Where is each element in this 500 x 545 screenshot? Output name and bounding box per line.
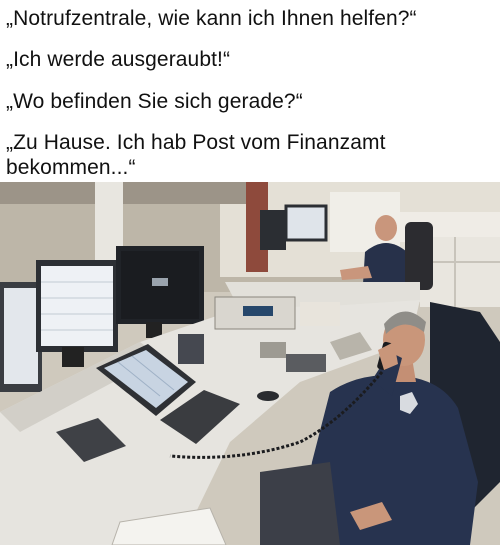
dispatch-center-photo xyxy=(0,182,500,545)
caption-line-caller: „Ich werde ausgeraubt!“ xyxy=(6,48,231,71)
meme-caption: „Notrufzentrale, wie kann ich Ihnen helf… xyxy=(0,0,500,182)
caption-line-caller-answer: „Zu Hause. Ich hab Post vom Finanzamt xyxy=(6,131,386,154)
caption-line-dispatcher-question: „Wo befinden Sie sich gerade?“ xyxy=(6,90,303,113)
caption-line-dispatcher: „Notrufzentrale, wie kann ich Ihnen helf… xyxy=(6,7,417,30)
caption-line-caller-answer-cont: bekommen...“ xyxy=(6,156,136,179)
